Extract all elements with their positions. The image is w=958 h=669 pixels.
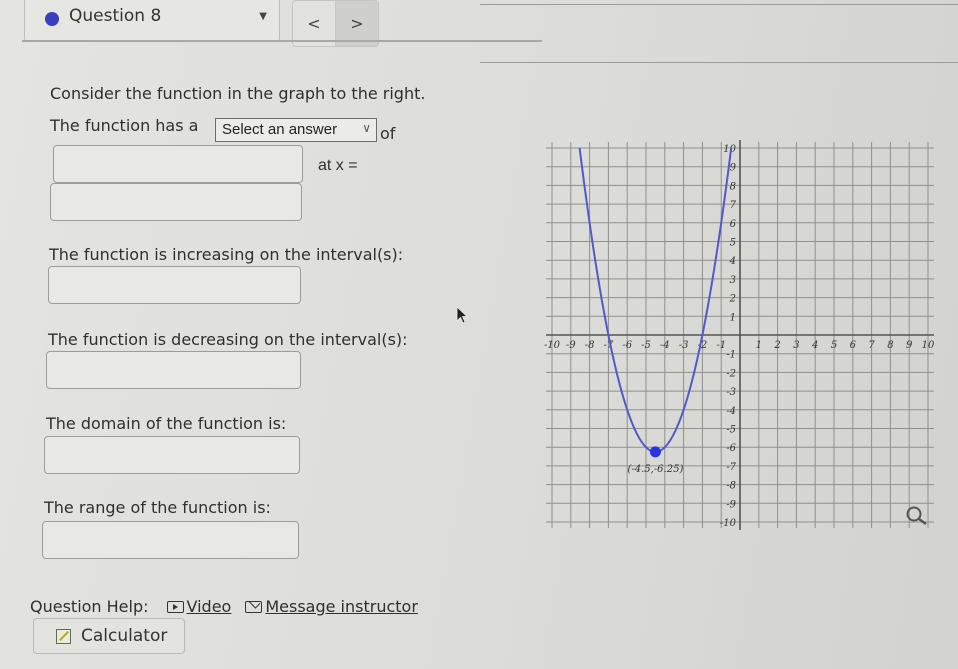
x-tick-label: 3 <box>793 340 799 351</box>
question-intro: Consider the function in the graph to th… <box>50 84 426 103</box>
graph-annotations: (-4.5,-6.25) <box>627 446 683 475</box>
y-tick-label: 7 <box>730 200 737 211</box>
extremum-x-input[interactable] <box>50 183 302 221</box>
caret-down-icon: ▼ <box>259 11 267 22</box>
x-tick-label: 4 <box>811 340 818 351</box>
mail-icon <box>245 600 263 613</box>
x-tick-label: 8 <box>887 340 893 351</box>
select-placeholder: Select an answer <box>222 121 338 138</box>
range-input[interactable] <box>42 521 299 559</box>
y-tick-label: 4 <box>729 256 736 267</box>
function-graph: -10 -9 -8 -7 -6 -5 -4 -3 -2 -1 1 2 3 4 5 6 7 8 9 10-10-9-8-… <box>544 140 935 530</box>
vertex-point <box>649 446 661 458</box>
y-tick-label: -8 <box>726 481 736 492</box>
frame-edge-middle <box>480 62 958 63</box>
y-tick-label: -4 <box>726 406 736 417</box>
calculator-button[interactable]: Calculator <box>33 618 185 654</box>
x-tick-label: -6 <box>622 340 632 351</box>
y-tick-label: 6 <box>730 219 737 230</box>
extremum-type-select[interactable]: Select an answer ∨ <box>215 118 377 142</box>
decreasing-input[interactable] <box>46 351 301 389</box>
domain-label: The domain of the function is: <box>46 414 287 433</box>
decreasing-label: The function is decreasing on the interv… <box>48 330 408 349</box>
x-tick-label: -9 <box>566 340 576 351</box>
calculator-icon <box>56 628 71 644</box>
function-curve <box>578 147 733 453</box>
increasing-input[interactable] <box>48 266 301 304</box>
question-label: Question 8 <box>69 6 162 26</box>
y-tick-label: 3 <box>730 275 736 286</box>
magnify-icon[interactable] <box>905 505 931 527</box>
chevron-down-icon: ∨ <box>362 121 371 135</box>
increasing-label: The function is increasing on the interv… <box>49 245 404 264</box>
question-status-dot <box>45 12 59 26</box>
question-selector[interactable]: Question 8 ▼ <box>24 0 280 42</box>
x-tick-label: 6 <box>850 340 857 351</box>
y-tick-label: 9 <box>730 163 737 174</box>
y-tick-label: -9 <box>726 499 736 510</box>
y-tick-label: -2 <box>726 368 736 379</box>
x-tick-label: 7 <box>868 340 875 351</box>
y-tick-label: 2 <box>729 294 736 305</box>
y-tick-label: 5 <box>730 238 736 249</box>
x-tick-label: -4 <box>660 340 670 351</box>
x-tick-label: 2 <box>773 340 780 351</box>
at-x-label: at x = <box>318 157 358 174</box>
header-divider <box>22 40 542 42</box>
has-prefix-text: The function has a <box>50 116 199 135</box>
frame-edge-top <box>480 4 958 5</box>
x-tick-label: -5 <box>641 340 651 351</box>
y-tick-label: 8 <box>730 181 736 192</box>
extremum-value-input[interactable] <box>53 145 303 183</box>
x-tick-label: 10 <box>922 340 935 351</box>
x-tick-label: -10 <box>544 340 561 351</box>
has-suffix-text: of <box>380 124 396 143</box>
range-label: The range of the function is: <box>44 498 271 517</box>
y-tick-label: 1 <box>730 312 736 323</box>
y-tick-label: -1 <box>726 350 736 361</box>
mouse-cursor-icon <box>456 306 469 324</box>
x-tick-label: 1 <box>756 340 762 351</box>
y-tick-label: -5 <box>726 425 736 436</box>
y-tick-label: -3 <box>726 387 736 398</box>
x-tick-label: -1 <box>716 340 726 351</box>
calculator-label: Calculator <box>81 626 168 646</box>
x-tick-label: -8 <box>585 340 595 351</box>
x-tick-label: -3 <box>679 340 689 351</box>
message-instructor-link[interactable]: Message instructor <box>265 597 418 616</box>
question-help: Question Help: Video Message instructor <box>30 597 418 616</box>
y-tick-label: -10 <box>720 518 737 529</box>
x-tick-label: 9 <box>906 340 913 351</box>
domain-input[interactable] <box>44 436 300 474</box>
graph-curve-group <box>578 147 733 453</box>
graph-axes <box>546 140 934 530</box>
y-tick-label: -6 <box>726 443 736 454</box>
video-link[interactable]: Video <box>187 597 232 616</box>
vertex-label: (-4.5,-6.25) <box>627 464 683 475</box>
x-tick-label: 5 <box>831 340 837 351</box>
question-help-label: Question Help: <box>30 597 149 616</box>
video-icon <box>166 600 184 613</box>
y-tick-label: -7 <box>726 462 736 473</box>
